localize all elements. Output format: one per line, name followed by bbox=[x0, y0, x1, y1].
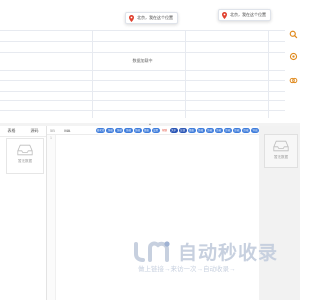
location-tooltip[interactable]: 北京，我在这个位置 bbox=[218, 9, 271, 21]
gridline bbox=[0, 100, 285, 101]
settings-icon[interactable] bbox=[289, 52, 298, 61]
toolbar-chip[interactable]: 压缩代码 bbox=[133, 127, 142, 137]
toolbar-chip[interactable]: 压缩代码 bbox=[241, 127, 251, 137]
line-gutter: 1 bbox=[47, 135, 56, 300]
toolbar-chip[interactable]: 图表 bbox=[142, 127, 151, 133]
tab-table[interactable]: 表格 bbox=[8, 128, 16, 134]
gridline bbox=[268, 30, 269, 118]
toolbar-chip[interactable]: 压缩代码 bbox=[223, 127, 232, 137]
gridline bbox=[92, 30, 93, 118]
empty-state: 暂无数据 bbox=[6, 138, 44, 174]
editor-toolbar: 5B MA 格式化代码 压缩代码 压缩代码 压缩代码 压缩代码 图表 设置 帮助 关于 反馈 图表压… bbox=[47, 126, 260, 137]
empty-tray-icon bbox=[17, 144, 33, 156]
data-tabs: 表格 源码 bbox=[0, 126, 46, 137]
no-data-message: 数据加载中 bbox=[132, 58, 153, 63]
watermark: 自动秒收录 做上链接→来访一次→自动收录→ bbox=[128, 238, 288, 278]
watermark-title: 自动秒收录 bbox=[178, 243, 279, 264]
gridline bbox=[0, 30, 285, 31]
toolbar-chip[interactable]: 导出 bbox=[251, 127, 260, 133]
empty-label: 暂无数据 bbox=[18, 159, 32, 163]
map-panel: 北京，我在这个位置 北京，我在这个位置 数据加载中 bbox=[0, 0, 300, 125]
watermark-logo-icon bbox=[134, 241, 170, 262]
tab-source[interactable]: 源码 bbox=[31, 128, 39, 134]
gridline bbox=[0, 41, 285, 42]
toolbar-chip[interactable]: 压缩代码 bbox=[196, 127, 205, 137]
tool-label[interactable]: MA bbox=[64, 128, 94, 133]
toolbar-chip[interactable]: 帮助 bbox=[160, 127, 169, 133]
toolbar-chip[interactable]: 图表 bbox=[187, 127, 196, 133]
location-pin-icon bbox=[222, 11, 227, 19]
toolbar-chip[interactable]: 反馈 bbox=[178, 127, 187, 133]
gridline bbox=[0, 70, 285, 71]
toolbar-chip[interactable]: 关于 bbox=[169, 127, 178, 133]
data-panel: 表格 源码 暂无数据 bbox=[0, 126, 47, 300]
location-tooltip[interactable]: 北京，我在这个位置 bbox=[125, 12, 178, 24]
gridline bbox=[0, 91, 285, 92]
empty-state: 暂无数据 bbox=[264, 134, 298, 168]
tool-label[interactable]: 5B bbox=[50, 128, 63, 133]
gridline bbox=[0, 52, 285, 53]
toolbar-chip[interactable]: 压缩代码 bbox=[124, 127, 133, 137]
gridline bbox=[185, 30, 186, 118]
toolbar-chip[interactable]: 压缩代码 bbox=[205, 127, 214, 137]
tooltip-text: 北京，我在这个位置 bbox=[230, 12, 266, 17]
toolbar-chip[interactable]: 格式化代码 bbox=[95, 127, 106, 137]
toolbar-chip[interactable]: 压缩代码 bbox=[106, 127, 115, 137]
right-toolbar bbox=[286, 0, 300, 122]
gridline bbox=[0, 110, 285, 111]
location-pin-icon bbox=[129, 14, 134, 22]
empty-tray-icon bbox=[273, 140, 289, 152]
search-icon[interactable] bbox=[289, 30, 298, 39]
toolbar-chip[interactable]: 压缩代码 bbox=[232, 127, 241, 137]
tooltip-text: 北京，我在这个位置 bbox=[137, 15, 173, 20]
gridline bbox=[0, 80, 285, 81]
empty-label: 暂无数据 bbox=[274, 155, 288, 159]
link-icon[interactable] bbox=[289, 76, 298, 85]
line-number: 1 bbox=[49, 135, 53, 140]
toolbar-chip[interactable]: 设置 bbox=[151, 127, 160, 133]
watermark-subtitle: 做上链接→来访一次→自动收录→ bbox=[138, 266, 236, 273]
toolbar-chip[interactable]: 压缩代码 bbox=[214, 127, 223, 137]
toolbar-chip[interactable]: 压缩代码 bbox=[115, 127, 124, 137]
